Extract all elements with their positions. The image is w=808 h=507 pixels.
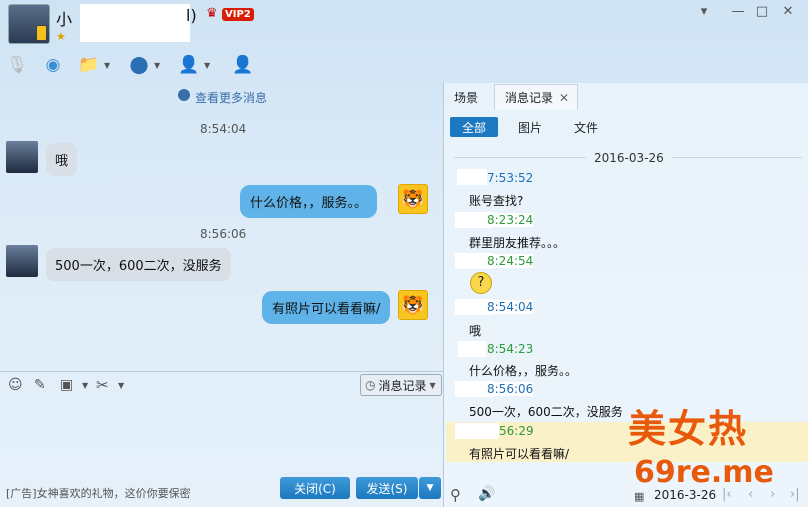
history-time: 8:54:04 <box>487 300 534 314</box>
view-more-messages-link[interactable]: 查看更多消息 <box>195 89 267 106</box>
image-icon[interactable]: ▣ <box>60 377 73 393</box>
emoji-icon[interactable]: ☺ <box>8 377 23 393</box>
redaction-box <box>457 169 487 185</box>
emoji-confused-icon: ? <box>470 272 492 294</box>
message-history-label: 消息记录 <box>378 378 427 393</box>
message-bubble-right: 什么价格，，服务。。 <box>240 185 378 218</box>
history-time: 8:54:23 <box>487 342 534 356</box>
message-bubble-left: 哦 <box>46 143 78 176</box>
search-icon[interactable]: ⚲ <box>450 486 461 504</box>
redaction-box <box>455 423 499 439</box>
redaction-box <box>80 28 190 42</box>
message-history-button[interactable]: ◷ 消息记录 ▼ <box>360 374 442 396</box>
history-time: 8:56:06 <box>487 382 534 396</box>
history-message: 群里朋友推荐。。。 <box>469 236 566 250</box>
history-message: 什么价格，，服务。。 <box>469 364 578 378</box>
message-bubble-right: 有照片可以看看嘛/ <box>262 291 391 324</box>
history-message: 哦 <box>469 324 482 338</box>
history-time: 8:23:24 <box>487 213 534 227</box>
video-call-icon[interactable]: ◉ <box>42 54 64 76</box>
close-window-button[interactable]: ✕ <box>778 4 798 22</box>
history-message: 有照片可以看看嘛/ <box>469 447 570 461</box>
send-button[interactable]: 发送(S) <box>356 477 418 499</box>
tab-scene[interactable]: 场景 <box>454 84 478 110</box>
close-tab-icon[interactable]: ✕ <box>559 91 569 105</box>
history-message: 500一次，600二次，没服务 <box>469 405 623 419</box>
chevron-down-icon: ▼ <box>429 380 436 390</box>
history-time: 7:53:52 <box>487 171 534 185</box>
phone-online-icon <box>36 25 47 41</box>
history-date: 2016-03-26 <box>594 151 664 165</box>
chevron-down-icon[interactable]: ▼ <box>118 381 124 390</box>
message-time: 8:54:04 <box>200 122 247 136</box>
message-time: 8:56:06 <box>200 227 247 241</box>
history-time: 56:29 <box>499 424 534 438</box>
my-avatar[interactable]: 🐯 <box>398 290 428 320</box>
history-message: 账号查找? <box>469 194 524 208</box>
calendar-icon[interactable]: ▦ <box>634 490 644 503</box>
vip-crown-icon: ♛ <box>206 6 218 21</box>
message-input[interactable] <box>0 398 443 476</box>
redaction-box <box>458 341 486 357</box>
contact-avatar-small[interactable] <box>6 245 38 277</box>
clock-icon <box>178 89 190 101</box>
my-avatar[interactable]: 🐯 <box>398 184 428 214</box>
last-page-icon[interactable]: ›| <box>790 487 800 502</box>
redaction-box <box>80 4 190 28</box>
send-options-chevron-icon[interactable]: ▼ <box>419 477 441 499</box>
add-friend-icon[interactable]: 👤 <box>232 54 254 76</box>
history-footer-date: 2016-3-26 <box>654 488 717 502</box>
contact-avatar-small[interactable] <box>6 141 38 173</box>
remote-assist-icon[interactable]: ⬤ <box>128 54 150 76</box>
filter-files[interactable]: 文件 <box>564 117 608 137</box>
message-bubble-left: 500一次，600二次，没服务 <box>46 248 231 281</box>
filter-all[interactable]: 全部 <box>450 117 498 137</box>
contact-nickname-start: 小 <box>56 10 73 29</box>
chevron-down-icon[interactable]: ▼ <box>82 381 88 390</box>
tab-message-history[interactable]: 消息记录 ✕ <box>494 84 578 110</box>
speaker-icon[interactable]: 🔊 <box>478 486 495 502</box>
close-button[interactable]: 关闭(C) <box>280 477 350 499</box>
chevron-down-icon[interactable]: ▼ <box>104 61 110 70</box>
minimize-button[interactable]: — <box>728 4 748 22</box>
tab-message-history-label: 消息记录 <box>505 91 554 105</box>
window-menu-button[interactable]: ▾ <box>694 4 714 22</box>
chevron-down-icon[interactable]: ▼ <box>154 61 160 70</box>
send-file-icon[interactable]: 📁 <box>78 54 100 76</box>
ad-text[interactable]: [广告]女神喜欢的礼物，这价你要保密 <box>6 485 191 501</box>
filter-images[interactable]: 图片 <box>508 117 552 137</box>
vip-badge: VIP2 <box>222 8 254 21</box>
history-time: 8:24:54 <box>487 254 534 268</box>
watermark-url: 69re.me <box>634 455 774 490</box>
watermark-title: 美女热 <box>628 407 749 451</box>
clock-icon: ◷ <box>365 378 376 392</box>
scissors-icon[interactable]: ✂ <box>96 376 109 394</box>
contact-nickname-end: l) <box>186 6 197 25</box>
maximize-button[interactable]: □ <box>752 4 772 22</box>
contact-avatar[interactable] <box>8 4 50 44</box>
block-user-icon[interactable]: 👤 <box>178 54 200 76</box>
signature-star-icon: ★ <box>56 30 66 43</box>
chevron-down-icon[interactable]: ▼ <box>204 61 210 70</box>
voice-call-icon[interactable]: 🎙 <box>6 54 28 76</box>
edit-font-icon[interactable]: ✎ <box>34 377 46 393</box>
toolbar: 🎙 <box>6 52 28 78</box>
